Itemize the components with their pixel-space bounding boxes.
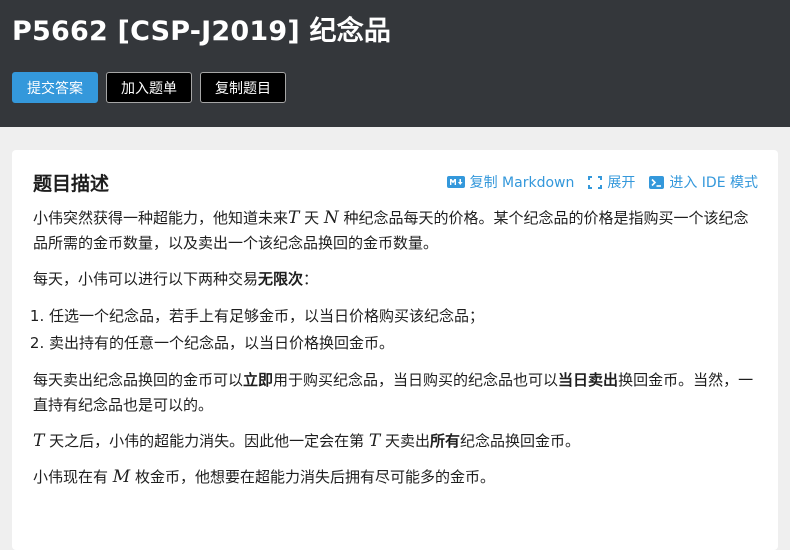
text: 天之后，小伟的超能力消失。因此他一定会在第 xyxy=(44,432,369,450)
submit-answer-button[interactable]: 提交答案 xyxy=(12,72,98,103)
enter-ide-action[interactable]: 进入 IDE 模式 xyxy=(649,172,758,192)
text: 每天卖出纪念品换回的金币可以 xyxy=(33,371,244,389)
bold-text: 无限次 xyxy=(258,270,304,288)
text: 天 xyxy=(299,209,324,227)
text: 用于购买纪念品，当日购买的纪念品也可以 xyxy=(273,371,559,389)
math-var: T xyxy=(368,431,381,451)
bold-text: 当日卖出 xyxy=(558,371,619,389)
list-item: 任选一个纪念品，若手上有足够金币，以当日价格购买该纪念品； xyxy=(49,303,758,330)
math-var: N xyxy=(323,208,339,228)
problem-content: 小伟突然获得一种超能力，他知道未来T 天 N 种纪念品每天的价格。某个纪念品的价… xyxy=(33,206,758,490)
expand-label: 展开 xyxy=(607,175,636,191)
text: 小伟突然获得一种超能力，他知道未来 xyxy=(33,209,289,227)
text: 小伟现在有 xyxy=(33,468,113,486)
paragraph-3: 每天卖出纪念品换回的金币可以立即用于购买纪念品，当日购买的纪念品也可以当日卖出换… xyxy=(33,368,758,418)
paragraph-5: 小伟现在有 M 枚金币，他想要在超能力消失后拥有尽可能多的金币。 xyxy=(33,465,758,490)
expand-action[interactable]: 展开 xyxy=(588,172,635,192)
enter-ide-label: 进入 IDE 模式 xyxy=(669,175,758,191)
math-var: T xyxy=(33,431,45,451)
paragraph-2: 每天，小伟可以进行以下两种交易无限次： xyxy=(33,267,758,292)
problem-header: P5662 [CSP-J2019] 纪念品 提交答案 加入题单 复制题目 xyxy=(0,0,790,127)
expand-icon xyxy=(588,175,603,189)
math-var: T xyxy=(288,208,300,228)
paragraph-1: 小伟突然获得一种超能力，他知道未来T 天 N 种纪念品每天的价格。某个纪念品的价… xyxy=(33,206,758,256)
bold-text: 立即 xyxy=(243,371,274,389)
list-item: 卖出持有的任意一个纪念品，以当日价格换回金币。 xyxy=(49,330,758,357)
problem-description-card: 题目描述 复制 Markdown 展开 进入 IDE 模式 小伟突然获得一种超能… xyxy=(12,150,778,550)
problem-title: P5662 [CSP-J2019] 纪念品 xyxy=(12,16,392,47)
bold-text: 所有 xyxy=(430,432,461,450)
text: ： xyxy=(303,270,319,288)
card-header: 题目描述 复制 Markdown 展开 进入 IDE 模式 xyxy=(33,168,758,196)
copy-problem-button[interactable]: 复制题目 xyxy=(200,72,286,103)
text: 枚金币，他想要在超能力消失后拥有尽可能多的金币。 xyxy=(130,468,495,486)
trade-list: 任选一个纪念品，若手上有足够金币，以当日价格购买该纪念品； 卖出持有的任意一个纪… xyxy=(33,303,758,357)
terminal-icon xyxy=(649,175,665,189)
text: 纪念品换回金币。 xyxy=(460,432,581,450)
copy-markdown-label: 复制 Markdown xyxy=(469,175,575,191)
add-to-list-button[interactable]: 加入题单 xyxy=(106,72,192,103)
section-title: 题目描述 xyxy=(33,172,110,195)
math-var: M xyxy=(112,467,131,487)
text: 每天，小伟可以进行以下两种交易 xyxy=(33,270,259,288)
header-buttons: 提交答案 加入题单 复制题目 xyxy=(12,72,778,103)
paragraph-4: T 天之后，小伟的超能力消失。因此他一定会在第 T 天卖出所有纪念品换回金币。 xyxy=(33,429,758,454)
copy-markdown-action[interactable]: 复制 Markdown xyxy=(446,172,575,192)
text: 天卖出 xyxy=(380,432,431,450)
markdown-icon xyxy=(446,176,465,188)
card-actions: 复制 Markdown 展开 进入 IDE 模式 xyxy=(446,172,758,192)
